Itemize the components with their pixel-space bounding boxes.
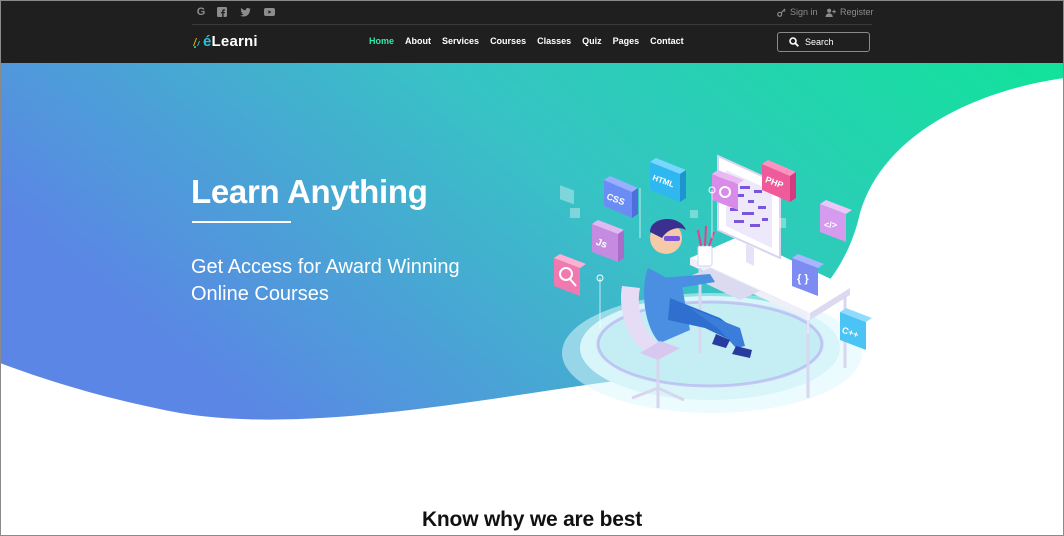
- site-logo[interactable]: éLearni: [192, 33, 258, 50]
- key-icon: [777, 7, 786, 17]
- hero-banner: CSS HTML PHP Js </> { } C++ Learn Anythi…: [0, 63, 1064, 463]
- search-icon: [789, 37, 799, 47]
- nav-item-about[interactable]: About: [405, 36, 431, 46]
- search-button[interactable]: Search: [777, 32, 870, 52]
- top-bar: G Sign in Register: [192, 0, 874, 25]
- nav-item-home[interactable]: Home: [369, 36, 394, 46]
- hero-title-underline: [192, 221, 291, 223]
- facebook-icon[interactable]: [215, 5, 229, 19]
- signin-label: Sign in: [790, 7, 818, 17]
- nav-item-contact[interactable]: Contact: [650, 36, 684, 46]
- register-link[interactable]: Register: [825, 7, 874, 17]
- svg-text:{ }: { }: [797, 273, 809, 285]
- nav-item-services[interactable]: Services: [442, 36, 479, 46]
- nav-item-quiz[interactable]: Quiz: [582, 36, 602, 46]
- nav-item-pages[interactable]: Pages: [613, 36, 640, 46]
- youtube-icon[interactable]: [262, 5, 276, 19]
- search-label: Search: [805, 37, 834, 47]
- logo-text-accent: é: [203, 33, 212, 50]
- signin-link[interactable]: Sign in: [777, 7, 818, 17]
- logo-icon: [193, 37, 200, 48]
- svg-text:</>: </>: [824, 220, 837, 230]
- nav-item-classes[interactable]: Classes: [537, 36, 571, 46]
- google-icon[interactable]: G: [194, 5, 208, 19]
- register-label: Register: [840, 7, 874, 17]
- hero-title: Learn Anything: [191, 173, 428, 210]
- add-user-icon: [825, 8, 836, 17]
- section-heading: Know why we are best: [421, 508, 643, 531]
- nav-item-courses[interactable]: Courses: [490, 36, 526, 46]
- twitter-icon[interactable]: [238, 5, 252, 19]
- hero-subtitle: Get Access for Award Winning Online Cour…: [191, 256, 460, 305]
- logo-text: Learni: [211, 33, 258, 50]
- coding-illustration: CSS HTML PHP Js </> { } C++: [554, 154, 872, 408]
- hero-background: [0, 63, 1064, 463]
- site-header: G Sign in Register éLearni Home About Se…: [0, 0, 1064, 63]
- main-nav: Home About Services Courses Classes Quiz…: [369, 36, 695, 46]
